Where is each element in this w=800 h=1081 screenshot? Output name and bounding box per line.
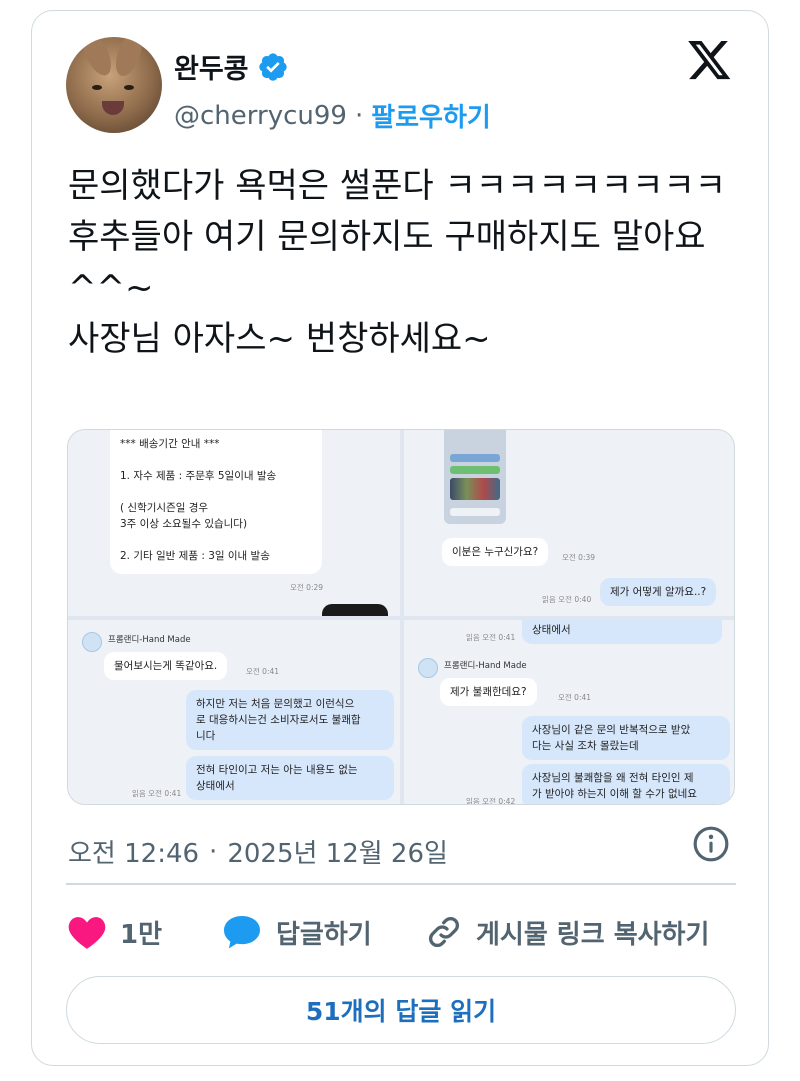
tweet-card: 완두콩 @cherrycu99 · 팔로우하기 문의했다가 욕먹은 썰푼다 ㅋㅋ… [31, 10, 769, 1066]
shared-image-thumbnail [444, 430, 506, 524]
prev-reply-fragment: 상태에서 [522, 620, 722, 644]
tweet-date: 2025년 12월 26일 [227, 839, 448, 869]
shop-message: 물어보시는게 똑같아요. [104, 652, 228, 680]
shop-avatar [82, 632, 102, 652]
shipping-notice-message: *** 배송기간 안내 *** 1. 자수 제품 : 주문후 5일이내 발송 (… [110, 430, 322, 574]
question-bubble: 이분은 누구신가요? [442, 538, 549, 566]
screenshot-panel-2[interactable]: 이분은 누구신가요? 오전 0:39 제가 어떻게 알까요..? 읽음 오전 0… [404, 430, 734, 616]
handle-separator: · [354, 100, 364, 131]
reply-label: 답글하기 [276, 919, 372, 950]
user-reply-1: 사장님이 같은 문의 반복적으로 받았 다는 사실 조차 몰랐는데 [522, 716, 730, 760]
reply-read-time: 읽음 오전 0:41 [132, 789, 182, 798]
copy-link-label: 게시물 링크 복사하기 [476, 919, 710, 950]
link-icon [429, 917, 459, 947]
shop-message-time: 오전 0:41 [558, 693, 592, 702]
message-time: 오전 0:29 [290, 583, 324, 592]
like-button[interactable]: 1만 [68, 907, 162, 957]
shop-name: 프롬랜디-Hand Made [108, 635, 191, 645]
reply-bubble-icon [224, 915, 260, 949]
divider [66, 883, 736, 885]
tweet-media[interactable]: *** 배송기간 안내 *** 1. 자수 제품 : 주문후 5일이내 발송 (… [67, 429, 735, 805]
reply-read-time: 읽음 오전 0:42 [466, 797, 516, 805]
user-reply-1: 하지만 저는 처음 문의했고 이런식으 로 대응하시는건 소비자로서도 불쾌합 … [186, 690, 394, 750]
question-time: 오전 0:39 [562, 553, 596, 562]
follow-button[interactable]: 팔로우하기 [371, 97, 491, 134]
reply-read-time: 읽음 오전 0:40 [542, 595, 592, 604]
action-bar: 1만 답글하기 게시물 링크 복사하기 [68, 907, 738, 957]
shop-avatar [418, 658, 438, 678]
copy-link-button[interactable]: 게시물 링크 복사하기 [426, 907, 709, 957]
heart-icon [68, 917, 106, 949]
author-name-row[interactable]: 완두콩 [174, 47, 289, 86]
user-reply-2: 전혀 타인이고 저는 아는 내용도 없는 상태에서 [186, 756, 394, 800]
tweet-text: 문의했다가 욕먹은 썰푼다 ㅋㅋㅋㅋㅋㅋㅋㅋㅋ 후추들아 여기 문의하지도 구매… [68, 166, 727, 359]
x-logo-icon[interactable] [688, 41, 732, 81]
avatar[interactable] [66, 37, 162, 133]
shop-name: 프롬랜디-Hand Made [444, 661, 527, 671]
meta-separator: · [209, 836, 218, 867]
author-handle[interactable]: @cherrycu99 [174, 101, 347, 131]
user-reply-2: 사장님의 불쾌함을 왜 전혀 타인인 제 가 받아야 하는지 이해 할 수가 없… [522, 764, 730, 804]
handle-row: @cherrycu99 · 팔로우하기 [174, 97, 491, 134]
read-replies-button[interactable]: 51개의 답글 읽기 [66, 976, 736, 1044]
tweet-time: 오전 12:46 [68, 839, 200, 869]
verified-badge-icon [258, 52, 287, 81]
screenshot-panel-3[interactable]: 프롬랜디-Hand Made 물어보시는게 똑같아요. 오전 0:41 하지만 … [68, 620, 400, 804]
screenshot-panel-4[interactable]: 상태에서 읽음 오전 0:41 프롬랜디-Hand Made 제가 불쾌한데요?… [404, 620, 734, 805]
author-display-name[interactable]: 완두콩 [174, 47, 249, 86]
reply-bubble: 제가 어떻게 알까요..? [600, 578, 717, 606]
shop-message-time: 오전 0:41 [246, 667, 280, 676]
screenshot-panel-1[interactable]: *** 배송기간 안내 *** 1. 자수 제품 : 주문후 5일이내 발송 (… [68, 430, 400, 616]
like-count: 1만 [120, 919, 163, 950]
tweet-timestamp[interactable]: 오전 12:46 · 2025년 12월 26일 [68, 833, 448, 870]
prev-read-time: 읽음 오전 0:41 [466, 633, 516, 642]
info-icon[interactable] [692, 825, 730, 863]
dark-image-fragment [322, 604, 388, 616]
shop-message: 제가 불쾌한데요? [440, 678, 537, 706]
reply-button[interactable]: 답글하기 [222, 907, 372, 957]
